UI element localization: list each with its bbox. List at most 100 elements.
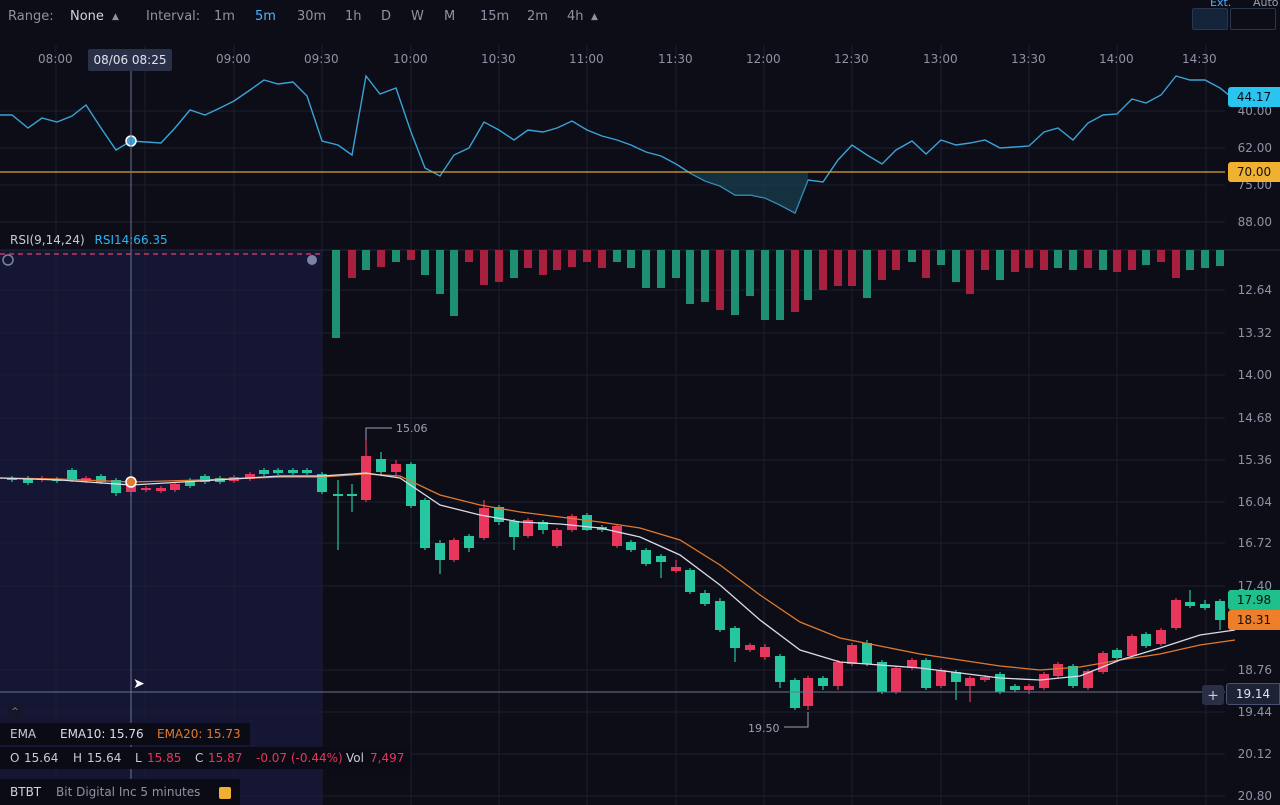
flag-icon[interactable] <box>219 787 231 799</box>
candle-body <box>333 494 343 496</box>
auto-button[interactable]: Auto <box>1230 0 1279 30</box>
volume-bar <box>1186 250 1194 270</box>
chevron-down-icon[interactable]: ▲ <box>591 12 598 22</box>
volume-bar <box>495 250 503 282</box>
volume-bar <box>922 250 930 278</box>
sun-icon <box>307 255 317 265</box>
candle-body <box>980 677 990 680</box>
volume-bar <box>539 250 547 275</box>
time-tick-label: 10:30 <box>481 52 516 66</box>
volume-bar <box>480 250 488 285</box>
volume-bar <box>746 250 754 296</box>
volume-bar <box>1011 250 1019 272</box>
symbol-name: Bit Digital Inc 5 minutes <box>56 785 201 799</box>
interval-w[interactable]: W <box>411 9 424 24</box>
candle-body <box>552 530 562 546</box>
volume-bar <box>966 250 974 294</box>
interval-d[interactable]: D <box>381 9 391 24</box>
rsi-tick-label: 88.00 <box>1237 215 1272 229</box>
price-crosshair-dot <box>125 476 137 488</box>
time-tick-label: 12:00 <box>746 52 781 66</box>
time-tick-label: 09:00 <box>216 52 251 66</box>
price-chart[interactable] <box>0 0 1280 805</box>
candle-body <box>656 556 666 562</box>
volume-bar <box>819 250 827 290</box>
candle-body <box>1024 686 1034 690</box>
rsi-value: RSI14:66.35 <box>94 233 168 247</box>
price-tick-label: 14.00 <box>1237 368 1272 382</box>
candle-body <box>1053 664 1063 676</box>
symbol-info: BTBT Bit Digital Inc 5 minutes <box>0 779 240 805</box>
volume-bar <box>761 250 769 320</box>
time-tick-label: 14:30 <box>1182 52 1217 66</box>
candle-body <box>790 680 800 708</box>
volume-bar <box>627 250 635 268</box>
price-tick-label: 16.04 <box>1237 495 1272 509</box>
time-tick-label: 12:30 <box>834 52 869 66</box>
volume-bar <box>878 250 886 280</box>
mouse-cursor-icon: ➤ <box>133 676 145 692</box>
ext-button[interactable]: Ext. <box>1192 0 1231 30</box>
low-value: 15.85 <box>147 751 182 765</box>
candle-body <box>1010 686 1020 690</box>
volume-bar <box>834 250 842 286</box>
collapse-icon[interactable]: ^ <box>8 705 22 719</box>
volume-bar <box>731 250 739 315</box>
volume-bar <box>1172 250 1180 278</box>
candle-body <box>700 593 710 604</box>
interval-1m[interactable]: 1m <box>214 9 235 24</box>
interval-1h[interactable]: 1h <box>345 9 362 24</box>
volume-bar <box>1142 250 1150 265</box>
candle-body <box>391 464 401 472</box>
volume-bar <box>598 250 606 268</box>
range-dropdown[interactable]: None <box>70 9 104 24</box>
volume-label: Vol <box>346 751 364 765</box>
price-tick-label: 14.68 <box>1237 411 1272 425</box>
volume-bar <box>1025 250 1033 268</box>
volume-bar <box>804 250 812 300</box>
volume-bar <box>996 250 1004 280</box>
interval-m[interactable]: M <box>444 9 455 24</box>
interval-30m[interactable]: 30m <box>297 9 326 24</box>
volume-bar <box>1054 250 1062 268</box>
rsi-line <box>0 74 1236 214</box>
low-label: L <box>135 751 142 765</box>
candle-body <box>745 645 755 650</box>
add-alert-button[interactable]: + <box>1202 685 1224 705</box>
candle-body <box>995 674 1005 692</box>
volume-bar <box>892 250 900 270</box>
candle-body <box>302 470 312 473</box>
price-tick-label: 15.36 <box>1237 453 1272 467</box>
volume-bar <box>450 250 458 316</box>
candle-body <box>921 660 931 688</box>
interval-15m[interactable]: 15m <box>480 9 509 24</box>
candle-body <box>936 670 946 686</box>
candle-body <box>612 526 622 546</box>
high-value: 15.64 <box>87 751 122 765</box>
interval-5m[interactable]: 5m <box>255 9 276 24</box>
time-tick-label: 11:00 <box>569 52 604 66</box>
price-tick-label: 20.12 <box>1237 747 1272 761</box>
candle-body <box>965 678 975 686</box>
volume-bar <box>1099 250 1107 270</box>
price-tick-label: 12.64 <box>1237 283 1272 297</box>
interval-2m[interactable]: 2m <box>527 9 548 24</box>
candle-body <box>877 662 887 692</box>
time-tick-label: 14:00 <box>1099 52 1134 66</box>
ema-label: EMA <box>10 727 37 741</box>
volume-bar <box>716 250 724 310</box>
interval-4h[interactable]: 4h <box>567 9 584 24</box>
time-tick-label: 11:30 <box>658 52 693 66</box>
crosshair-time-tag: 08/06 08:25 <box>88 49 172 71</box>
candle-body <box>449 540 459 560</box>
chevron-down-icon[interactable]: ▲ <box>112 12 119 22</box>
volume-bar <box>553 250 561 270</box>
volume-bar <box>510 250 518 278</box>
candle-body <box>775 656 785 682</box>
candle-body <box>891 668 901 692</box>
volume-bar <box>701 250 709 302</box>
volume-bar <box>362 250 370 270</box>
time-tick-label: 13:30 <box>1011 52 1046 66</box>
candle-body <box>156 488 166 491</box>
ema20-value: EMA20: 15.73 <box>157 727 241 741</box>
